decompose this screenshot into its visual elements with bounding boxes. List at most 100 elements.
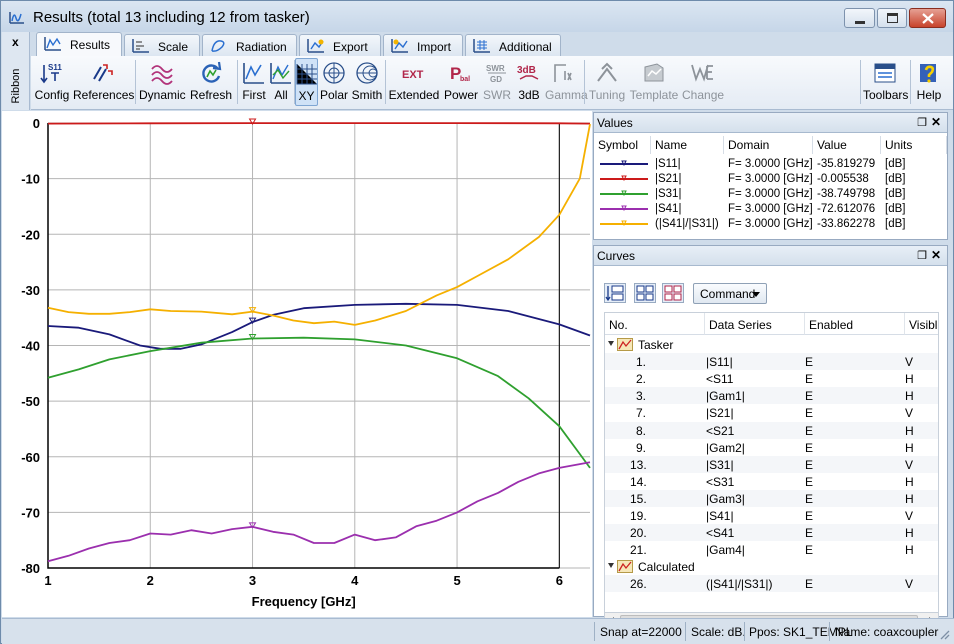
- values-row[interactable]: |S41| F= 3.0000 [GHz] -72.612076 [dB]: [594, 202, 947, 217]
- values-row[interactable]: |S31| F= 3.0000 [GHz] -38.749798 [dB]: [594, 187, 947, 202]
- smith-button[interactable]: Smith: [351, 58, 383, 106]
- close-curves-panel-button[interactable]: ✕: [931, 248, 941, 262]
- maximize-button[interactable]: [877, 8, 907, 28]
- column-header-domain[interactable]: Domain: [724, 136, 813, 154]
- tab-additional-label: Additional: [499, 40, 552, 54]
- swr-button[interactable]: SWR GD SWR: [482, 58, 512, 106]
- curves-cell-series: (|S41|/|S31|): [706, 577, 773, 592]
- curves-row[interactable]: 15. |Gam3| E H: [605, 489, 938, 507]
- values-row[interactable]: |S21| F= 3.0000 [GHz] -0.005538 [dB]: [594, 172, 947, 187]
- swr-icon: SWR GD: [486, 64, 506, 84]
- command-dropdown-label: Command: [700, 287, 756, 301]
- series-symbol-icon: [600, 190, 648, 197]
- tab-scale[interactable]: Scale: [124, 34, 200, 56]
- curves-row[interactable]: 26. (|S41|/|S31|) E V: [605, 575, 938, 593]
- gamma-button[interactable]: Gamma: [545, 58, 588, 106]
- curves-panel-header: Curves ❐ ✕: [594, 246, 947, 266]
- sparameters-disable-icon[interactable]: [662, 283, 684, 303]
- values-row[interactable]: (|S41|/|S31|) F= 3.0000 [GHz] -33.862278 [d…: [594, 217, 947, 232]
- ribbon-side-panel: x Ribbon: [2, 32, 30, 110]
- curves-row[interactable]: 1. |S11| E V: [605, 353, 938, 371]
- curves-cell-visible: H: [905, 474, 914, 489]
- curves-cell-enabled: E: [805, 491, 814, 506]
- curves-cell-series: |S31|: [706, 457, 734, 472]
- curves-cell-series: <S21: [706, 423, 735, 438]
- frequency-chart[interactable]: 0 -10 -20 -30 -40 -50 -60 -70 -80 1 2 3 4 5 6 Frequency…: [2, 111, 592, 617]
- tab-radiation[interactable]: Radiation: [202, 34, 297, 56]
- tuning-button[interactable]: Tuning: [588, 58, 626, 106]
- toolbar-separator: [860, 60, 861, 104]
- chart-area[interactable]: 0 -10 -20 -30 -40 -50 -60 -70 -80 1 2 3 4 5 6 Frequency…: [2, 111, 592, 617]
- curves-group-row[interactable]: Tasker: [605, 336, 938, 353]
- refresh-button[interactable]: Refresh: [187, 58, 235, 106]
- series-line-0[interactable]: [47, 122, 591, 125]
- column-header-units[interactable]: Units: [881, 136, 947, 154]
- toolbars-button[interactable]: Toolbars: [863, 58, 908, 106]
- collapse-triangle-icon[interactable]: [608, 341, 614, 346]
- column-header-name[interactable]: Name: [651, 136, 724, 154]
- xy-button[interactable]: XY: [295, 58, 318, 106]
- column-header-enabled[interactable]: Enabled: [805, 313, 905, 335]
- minimize-button[interactable]: [844, 8, 875, 28]
- change-button[interactable]: Change: [682, 58, 724, 106]
- ribbon-close-button[interactable]: x: [12, 35, 19, 49]
- xy-label: XY: [298, 89, 315, 103]
- resize-grip-icon[interactable]: [938, 628, 950, 640]
- template-icon: [644, 63, 664, 82]
- command-dropdown[interactable]: Command: [693, 283, 767, 304]
- tab-import[interactable]: Import: [383, 34, 463, 56]
- curves-cell-enabled: E: [805, 355, 814, 370]
- curves-row[interactable]: 7. |S21| E V: [605, 404, 938, 421]
- float-panel-icon[interactable]: ❐: [917, 249, 927, 262]
- sparameters-enable-icon[interactable]: [634, 283, 656, 303]
- template-button[interactable]: Template: [628, 58, 680, 106]
- x-tick-label: 5: [453, 573, 460, 588]
- curves-group-row[interactable]: Calculated: [605, 558, 938, 575]
- curves-row[interactable]: 2. <S11 E H: [605, 370, 938, 387]
- values-cell-value: -33.862278: [817, 218, 876, 230]
- 3db-button[interactable]: 3dB 3dB: [514, 58, 544, 106]
- all-button[interactable]: All: [269, 58, 293, 106]
- curves-row[interactable]: 9. |Gam2| E H: [605, 439, 938, 456]
- config-button[interactable]: S11 Config: [33, 58, 71, 106]
- curves-cell-visible: V: [905, 577, 914, 592]
- float-panel-icon[interactable]: ❐: [917, 116, 927, 129]
- help-button[interactable]: Help: [913, 58, 945, 106]
- polar-button[interactable]: Polar: [319, 58, 349, 106]
- references-button[interactable]: References: [73, 58, 134, 106]
- curves-row[interactable]: 13. |S31| E V: [605, 455, 938, 473]
- curves-cell-no: 26.: [630, 577, 647, 592]
- curves-row[interactable]: 21. |Gam4| E H: [605, 541, 938, 558]
- help-icon: [920, 64, 936, 83]
- extended-label: Extended: [388, 88, 440, 102]
- tab-results-label: Results: [70, 38, 111, 52]
- scale-tab-icon: [132, 39, 149, 53]
- smith-label: Smith: [351, 88, 383, 102]
- curves-cell-enabled: E: [805, 509, 814, 523]
- values-panel: Values ❐ ✕ Symbol Name Domain Value Unit…: [593, 112, 948, 240]
- column-header-symbol[interactable]: Symbol: [594, 136, 651, 154]
- first-button[interactable]: First: [240, 58, 268, 106]
- column-header-value[interactable]: Value: [813, 136, 881, 154]
- power-label: Power: [443, 88, 478, 102]
- tab-results[interactable]: Results: [36, 32, 122, 56]
- dynamic-button[interactable]: Dynamic: [139, 58, 186, 106]
- column-header-no[interactable]: No.: [605, 313, 705, 335]
- curves-row[interactable]: 8. <S21 E H: [605, 421, 938, 439]
- close-values-panel-button[interactable]: ✕: [931, 115, 941, 129]
- close-window-button[interactable]: [909, 8, 946, 28]
- extended-button[interactable]: EXT Extended: [388, 58, 440, 106]
- values-row[interactable]: |S11| F= 3.0000 [GHz] -35.819279 [dB]: [594, 157, 947, 172]
- sparameters-sort-icon[interactable]: [604, 283, 626, 303]
- curves-row[interactable]: 14. <S31 E H: [605, 473, 938, 490]
- all-curves-icon: [270, 63, 291, 84]
- curves-row[interactable]: 3. |Gam1| E H: [605, 387, 938, 405]
- column-header-data-series[interactable]: Data Series: [705, 313, 805, 335]
- power-button[interactable]: Pbal Power: [442, 58, 480, 106]
- tab-export[interactable]: Export: [299, 34, 381, 56]
- column-header-visible[interactable]: Visible: [905, 313, 938, 335]
- tab-additional[interactable]: Additional: [465, 34, 561, 56]
- curves-row[interactable]: 20. <S41 E H: [605, 524, 938, 542]
- collapse-triangle-icon[interactable]: [608, 563, 614, 569]
- curves-row[interactable]: 19. |S41| E V: [605, 507, 938, 524]
